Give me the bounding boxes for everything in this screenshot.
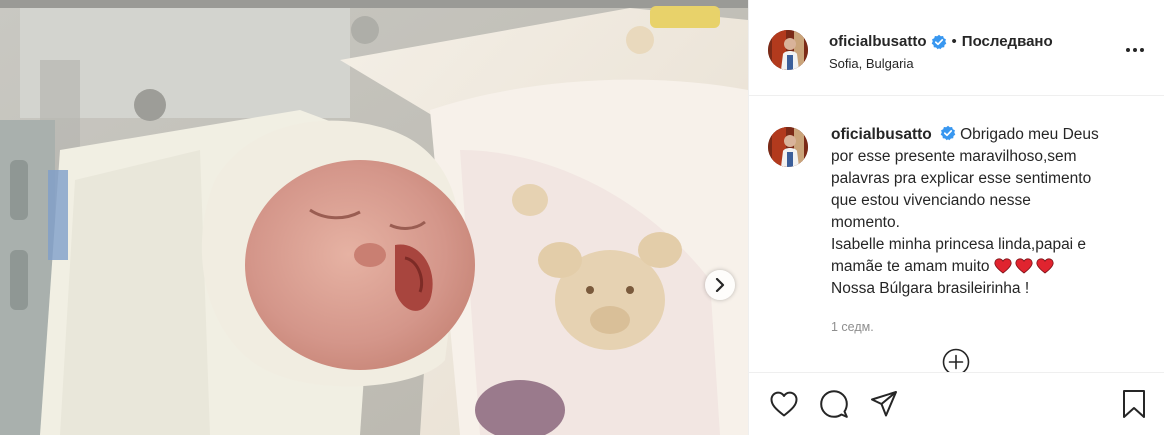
comment-icon (820, 390, 848, 418)
like-button[interactable] (767, 387, 801, 421)
profile-picture (768, 127, 808, 167)
username-link[interactable]: oficialbusatto (829, 33, 927, 50)
post-timestamp[interactable]: 1 седм. (831, 320, 874, 334)
heart-emojis (991, 258, 1054, 274)
caption-line: Isabelle minha princesa linda,papai e (831, 236, 1087, 253)
caption-line: Obrigado meu Deus (960, 126, 1099, 143)
verified-badge-icon (931, 34, 947, 50)
plus-circle-icon (942, 348, 970, 372)
avatar[interactable] (768, 30, 808, 70)
caption-line: palavras pra explicar esse sentimento (831, 170, 1092, 187)
caption-username-link[interactable]: oficialbusatto (831, 126, 932, 143)
save-button[interactable] (1117, 387, 1151, 421)
red-heart-icon (1035, 258, 1054, 274)
header-text: oficialbusatto • Последвано Sofia, Bulga… (829, 33, 1053, 71)
separator-dot: • (951, 33, 957, 50)
chevron-right-icon (715, 278, 725, 292)
red-heart-icon (993, 258, 1012, 274)
paper-plane-icon (871, 391, 897, 417)
post-header: oficialbusatto • Последвано Sofia, Bulga… (749, 0, 1164, 96)
caption-line: momento. (831, 214, 900, 231)
post-actions-bar (749, 372, 1164, 435)
bookmark-icon (1123, 390, 1145, 418)
next-photo-button[interactable] (705, 270, 735, 300)
red-heart-icon (1014, 258, 1033, 274)
caption-line: Nossa Búlgara brasileirinha ! (831, 280, 1030, 297)
comment-button[interactable] (817, 387, 851, 421)
share-button[interactable] (867, 387, 901, 421)
comments-area: oficialbusatto Obrigado meu Deus por ess… (749, 97, 1164, 372)
newborn-photo (0, 0, 748, 435)
post-photo (0, 0, 748, 435)
more-options-icon (1126, 48, 1144, 52)
post-caption: oficialbusatto Obrigado meu Deus por ess… (831, 124, 1131, 300)
profile-picture (768, 30, 808, 70)
load-more-comments-button[interactable] (941, 347, 971, 372)
location-link[interactable]: Sofia, Bulgaria (829, 56, 1053, 71)
verified-badge-icon (940, 125, 956, 141)
heart-icon (770, 391, 798, 417)
caption-line: mamãe te amam muito (831, 258, 990, 275)
caption-line: que estou vivenciando nesse (831, 192, 1031, 209)
following-status[interactable]: Последвано (962, 33, 1053, 50)
caption-line: por esse presente maravilhoso,sem (831, 148, 1077, 165)
instagram-post-modal: oficialbusatto • Последвано Sofia, Bulga… (0, 0, 1164, 435)
caption-avatar[interactable] (768, 127, 808, 167)
post-side-panel: oficialbusatto • Последвано Sofia, Bulga… (748, 0, 1164, 435)
more-options-button[interactable] (1123, 40, 1147, 60)
